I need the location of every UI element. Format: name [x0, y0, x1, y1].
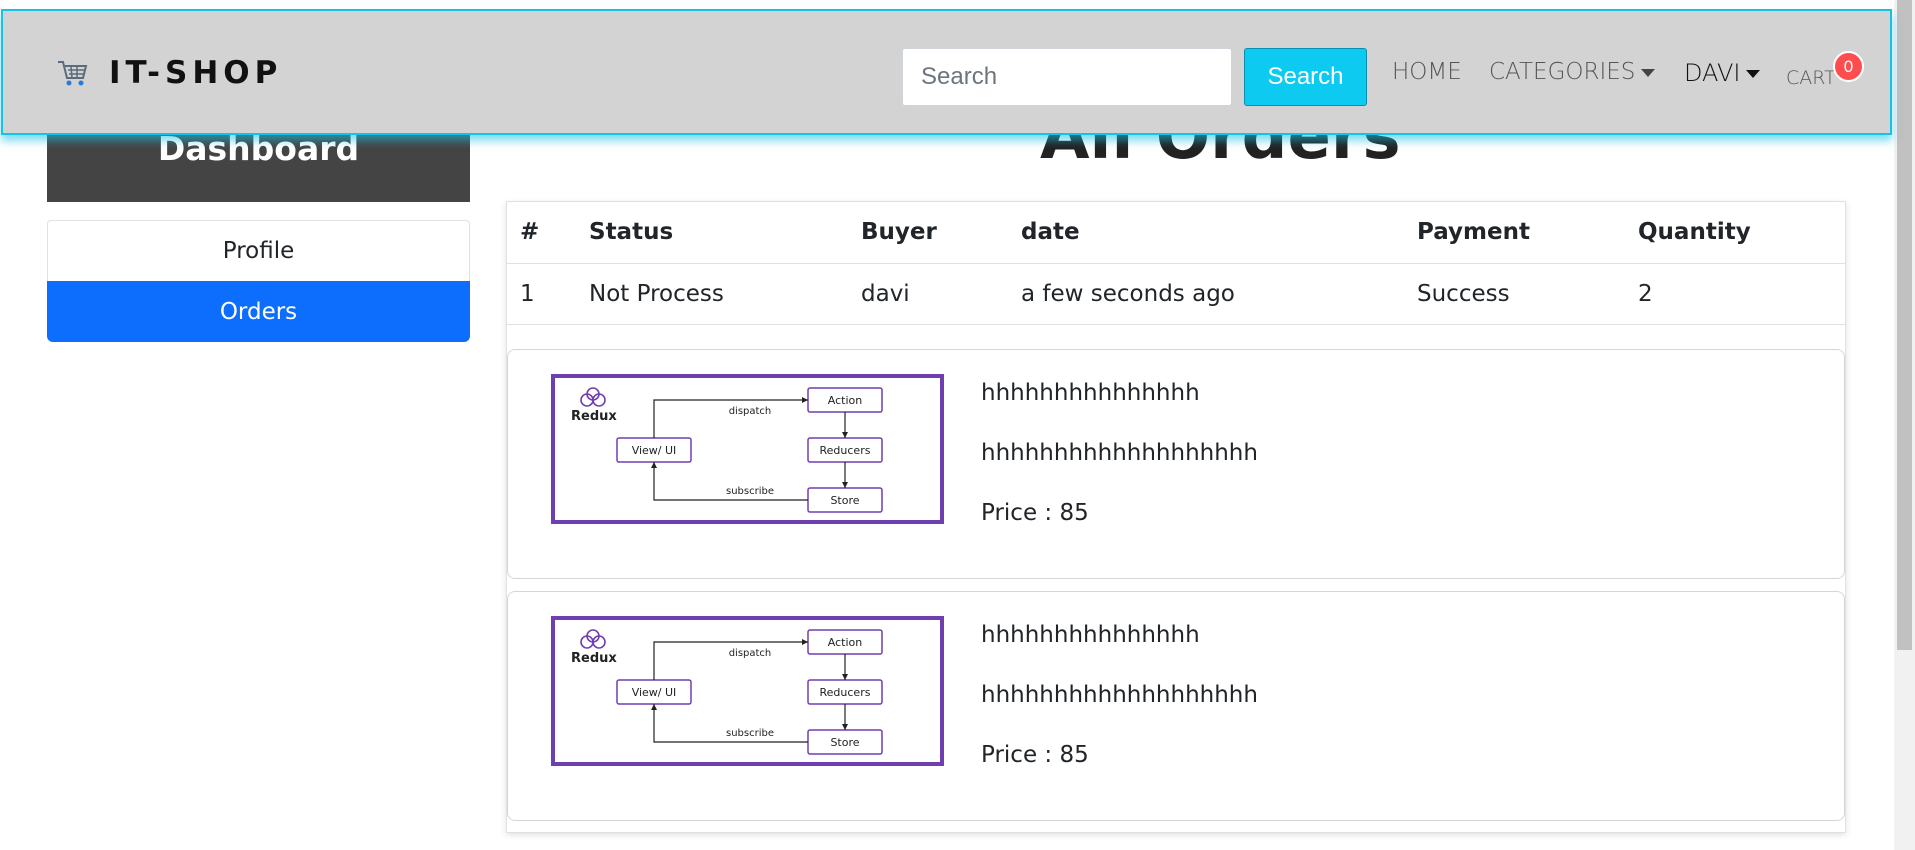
svg-text:subscribe: subscribe — [726, 728, 774, 739]
sidebar-item-orders[interactable]: Orders — [47, 281, 470, 342]
sidebar-item-label: Orders — [219, 298, 298, 325]
svg-text:Reducers: Reducers — [820, 686, 871, 699]
redux-diagram-image: Redux Action View/ UI Reducers Store dis… — [571, 387, 883, 513]
svg-text:View/ UI: View/ UI — [632, 444, 677, 457]
column-header: # — [507, 202, 589, 264]
table-cell: 2 — [1638, 263, 1845, 325]
column-header: Status — [589, 202, 861, 264]
nav-categories-dropdown[interactable]: CATEGORIES — [1489, 59, 1656, 85]
table-header-row: # Status Buyer date Payment Quantity — [507, 202, 1845, 264]
dashboard-title: Dashboard — [157, 129, 360, 168]
brand-name: IT-SHOP — [109, 55, 283, 91]
nav-user-dropdown[interactable]: DAVI — [1684, 59, 1761, 87]
svg-text:Store: Store — [830, 736, 859, 749]
svg-text:Store: Store — [830, 494, 859, 507]
orders-table: # Status Buyer date Payment Quantity 1 N… — [507, 202, 1845, 325]
order-container: # Status Buyer date Payment Quantity 1 N… — [506, 201, 1846, 833]
product-card: Redux Action View/ UI Reducers Store dis… — [507, 591, 1845, 821]
nav-cart-label: CART — [1786, 67, 1836, 89]
svg-text:subscribe: subscribe — [726, 486, 774, 497]
svg-text:Action: Action — [828, 394, 862, 407]
table-row: 1 Not Process davi a few seconds ago Suc… — [507, 263, 1845, 325]
column-header: Buyer — [861, 202, 1021, 264]
nav-cart-link[interactable]: CART — [1786, 67, 1836, 89]
sidebar-menu: Profile Orders — [47, 220, 470, 342]
table-cell: a few seconds ago — [1021, 263, 1417, 325]
column-header: Quantity — [1638, 202, 1845, 264]
column-header: date — [1021, 202, 1417, 264]
sidebar-item-label: Profile — [222, 238, 295, 264]
product-card: Redux Action View/ UI Reducers Store dis… — [507, 349, 1845, 579]
cart-icon — [58, 61, 88, 86]
chevron-down-icon — [1746, 70, 1761, 78]
column-header: Payment — [1417, 202, 1638, 264]
svg-text:dispatch: dispatch — [729, 648, 772, 659]
svg-text:Redux: Redux — [571, 651, 617, 666]
svg-text:Redux: Redux — [571, 409, 617, 424]
product-description: hhhhhhhhhhhhhhhhhhh — [981, 440, 1258, 466]
navbar: IT-SHOP Search HOME CATEGORIES DAVI CART… — [1, 9, 1892, 135]
svg-text:dispatch: dispatch — [729, 406, 772, 417]
brand-link[interactable]: IT-SHOP — [55, 55, 282, 91]
product-price: Price : 85 — [981, 742, 1089, 768]
product-price: Price : 85 — [981, 500, 1089, 526]
svg-text:Reducers: Reducers — [820, 444, 871, 457]
table-cell: davi — [861, 263, 1021, 325]
chevron-down-icon — [1641, 68, 1656, 77]
product-description: hhhhhhhhhhhhhhhhhhh — [981, 682, 1258, 708]
search-button[interactable]: Search — [1244, 48, 1367, 106]
nav-categories-label: CATEGORIES — [1489, 59, 1636, 85]
dashboard-header: Dashboard — [47, 130, 470, 202]
table-cell: Success — [1417, 263, 1638, 325]
nav-home-link[interactable]: HOME — [1392, 59, 1462, 85]
redux-diagram-image: Redux Action View/ UI Reducers Store dis… — [571, 629, 883, 755]
product-image: Redux Action View/ UI Reducers Store dis… — [551, 616, 944, 766]
product-name: hhhhhhhhhhhhhhh — [981, 622, 1200, 648]
table-cell: Not Process — [589, 263, 861, 325]
cart-count-badge: 0 — [1833, 51, 1864, 82]
nav-home-label: HOME — [1392, 59, 1462, 85]
nav-user-label: DAVI — [1684, 59, 1741, 87]
sidebar-item-profile[interactable]: Profile — [47, 220, 470, 281]
product-name: hhhhhhhhhhhhhhh — [981, 380, 1200, 406]
svg-text:View/ UI: View/ UI — [632, 686, 677, 699]
table-cell: 1 — [507, 263, 589, 325]
product-image: Redux Action View/ UI Reducers Store dis… — [551, 374, 944, 524]
scrollbar-thumb[interactable] — [1897, 0, 1912, 650]
svg-text:Action: Action — [828, 636, 862, 649]
search-input[interactable] — [902, 48, 1232, 106]
